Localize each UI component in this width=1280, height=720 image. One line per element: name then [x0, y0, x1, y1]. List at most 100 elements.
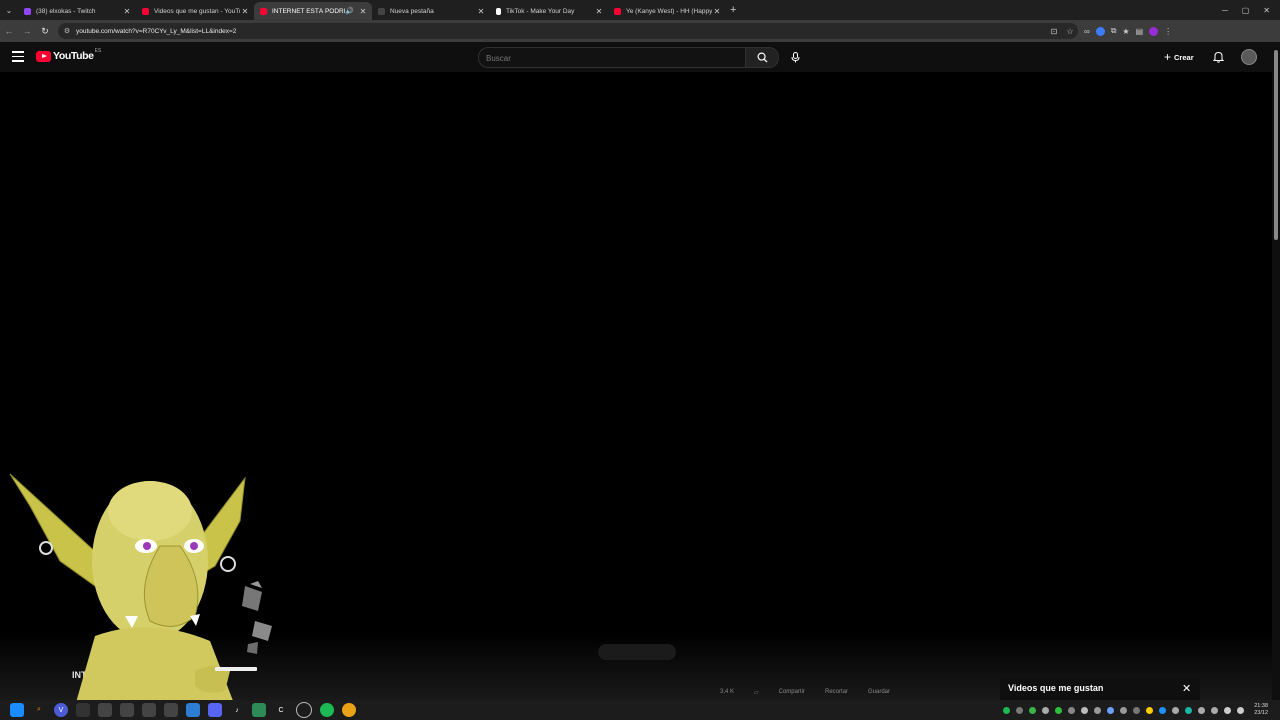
- discord-icon[interactable]: [208, 703, 222, 717]
- bookmark-star-icon[interactable]: ☆: [1062, 27, 1078, 36]
- site-info-icon[interactable]: ⚙: [58, 27, 76, 35]
- tab-search-chevron-icon[interactable]: ⌄: [0, 0, 18, 20]
- tab-close-icon[interactable]: ✕: [240, 7, 250, 16]
- create-button[interactable]: + Crear: [1164, 50, 1194, 64]
- sidebar-icon[interactable]: ▤: [1136, 27, 1144, 36]
- tray-icon[interactable]: [1133, 706, 1141, 714]
- playlist-panel[interactable]: Videos que me gustan ✕: [1000, 678, 1200, 700]
- dislike-button[interactable]: ▱: [754, 689, 759, 696]
- spotify-icon[interactable]: [320, 703, 334, 717]
- search-input[interactable]: [479, 48, 738, 69]
- clock-date: 23/12: [1254, 710, 1268, 716]
- minimize-icon[interactable]: ─: [1222, 6, 1228, 15]
- scrollbar-thumb[interactable]: [1274, 50, 1278, 240]
- account-avatar[interactable]: [1241, 49, 1257, 65]
- app-circle-icon[interactable]: [296, 702, 312, 718]
- close-icon[interactable]: ✕: [1182, 682, 1191, 695]
- search-button[interactable]: [745, 47, 779, 68]
- new-tab-favicon-icon: [378, 7, 385, 15]
- youtube-favicon-icon: [260, 7, 267, 15]
- tray-icon[interactable]: [1159, 706, 1167, 714]
- page-scrollbar[interactable]: [1272, 42, 1280, 700]
- browser-toolbar: ← → ↻ ⚙ youtube.com/watch?v=R70CYv_Ly_M&…: [0, 20, 1280, 42]
- browser-tab[interactable]: Nueva pestaña ✕: [372, 2, 490, 20]
- tray-icon[interactable]: [1172, 706, 1180, 714]
- like-button[interactable]: 3,4 K: [720, 689, 734, 696]
- tab-title: (38) elxokas - Twitch: [36, 7, 96, 15]
- tray-icon[interactable]: [1211, 706, 1219, 714]
- browser-tab[interactable]: Videos que me gustan - YouTube ✕: [136, 2, 254, 20]
- browser-tab[interactable]: Ye (Kanye West) - HH (Happy Holidays) ✕: [608, 2, 726, 20]
- spotify-tray-icon[interactable]: [1003, 706, 1011, 714]
- tray-icon[interactable]: [1081, 706, 1089, 714]
- tray-icon[interactable]: [1107, 706, 1115, 714]
- tray-icon[interactable]: [1094, 706, 1102, 714]
- new-tab-plus-icon[interactable]: +: [730, 4, 736, 16]
- app-icon[interactable]: [120, 703, 134, 717]
- tray-icon[interactable]: [1120, 706, 1128, 714]
- address-bar[interactable]: ⚙ youtube.com/watch?v=R70CYv_Ly_M&list=L…: [58, 23, 1078, 39]
- tab-close-icon[interactable]: ✕: [594, 7, 604, 16]
- app-icon[interactable]: [164, 703, 178, 717]
- clip-button[interactable]: Recortar: [825, 689, 848, 696]
- voice-search-button[interactable]: [786, 48, 804, 66]
- clock[interactable]: 21:38 23/12: [1254, 703, 1268, 717]
- tab-close-icon[interactable]: ✕: [476, 7, 486, 16]
- network-icon[interactable]: [1224, 706, 1232, 714]
- bell-icon: [1212, 51, 1225, 63]
- url-text[interactable]: youtube.com/watch?v=R70CYv_Ly_M&list=LL&…: [76, 28, 1046, 35]
- tray-icon[interactable]: [1068, 706, 1076, 714]
- goblin-overlay-image: [9, 473, 272, 706]
- audio-playing-icon[interactable]: 🔊: [345, 7, 354, 15]
- tray-icon[interactable]: [1185, 706, 1193, 714]
- windows-start-icon[interactable]: [10, 703, 24, 717]
- install-app-icon[interactable]: ⊡: [1046, 27, 1062, 36]
- app-icon[interactable]: [142, 703, 156, 717]
- volume-icon[interactable]: [1237, 706, 1245, 714]
- tray-icon[interactable]: [1055, 706, 1063, 714]
- extension-icons: ∞ ⧉ ★ ▤ ⋮: [1084, 26, 1172, 36]
- tab-close-icon[interactable]: ✕: [358, 7, 368, 16]
- app-dark-icon[interactable]: [76, 703, 90, 717]
- reading-list-icon[interactable]: ★: [1122, 27, 1129, 36]
- playlist-title: Videos que me gustan: [1008, 683, 1104, 693]
- tray-icon[interactable]: [1198, 706, 1206, 714]
- browser-tab[interactable]: TikTok - Make Your Day ✕: [490, 2, 608, 20]
- chrome-icon[interactable]: [342, 703, 356, 717]
- youtube-logo[interactable]: YouTube ES: [36, 48, 101, 62]
- extension-link-icon[interactable]: ∞: [1084, 27, 1090, 36]
- tiktok-icon[interactable]: ♪: [230, 703, 244, 717]
- tray-icon[interactable]: [1029, 706, 1037, 714]
- back-arrow-icon[interactable]: ←: [0, 26, 18, 36]
- tray-icon[interactable]: [1016, 706, 1024, 714]
- search-icon[interactable]: ⌕: [32, 703, 46, 717]
- maximize-icon[interactable]: ▢: [1242, 6, 1250, 15]
- system-tray: 21:38 23/12: [1003, 700, 1280, 720]
- app-green-icon[interactable]: [252, 703, 266, 717]
- notifications-button[interactable]: [1212, 50, 1225, 68]
- tray-icon[interactable]: [1146, 706, 1154, 714]
- extension-blue-icon[interactable]: [1095, 26, 1105, 36]
- reload-icon[interactable]: ↻: [36, 26, 54, 37]
- windows-taskbar: ⌕ V ♪ C 21:38 23/12: [0, 700, 1280, 720]
- app-icon[interactable]: [98, 703, 112, 717]
- hamburger-menu-icon[interactable]: [12, 51, 24, 65]
- clock-time: 21:38: [1254, 703, 1268, 709]
- extensions-puzzle-icon[interactable]: ⧉: [1111, 26, 1117, 36]
- browser-tab[interactable]: (38) elxokas - Twitch ✕: [18, 2, 136, 20]
- browser-menu-dots-icon[interactable]: ⋮: [1164, 27, 1172, 36]
- tab-close-icon[interactable]: ✕: [122, 7, 132, 16]
- twitch-favicon-icon: [24, 7, 31, 15]
- forward-arrow-icon[interactable]: →: [18, 26, 36, 36]
- tab-close-icon[interactable]: ✕: [712, 7, 722, 16]
- save-button[interactable]: Guardar: [868, 689, 890, 696]
- profile-avatar-icon[interactable]: [1149, 26, 1159, 36]
- share-button[interactable]: Compartir: [779, 689, 805, 696]
- search-box[interactable]: [478, 47, 745, 69]
- tray-icon[interactable]: [1042, 706, 1050, 714]
- browser-tab-active[interactable]: INTERNET ESTÁ PODRIDO 🔊 ✕: [254, 2, 372, 20]
- app-c-icon[interactable]: C: [274, 703, 288, 717]
- app-blue-icon[interactable]: [186, 703, 200, 717]
- app-v-icon[interactable]: V: [54, 703, 68, 717]
- window-close-icon[interactable]: ✕: [1263, 6, 1270, 15]
